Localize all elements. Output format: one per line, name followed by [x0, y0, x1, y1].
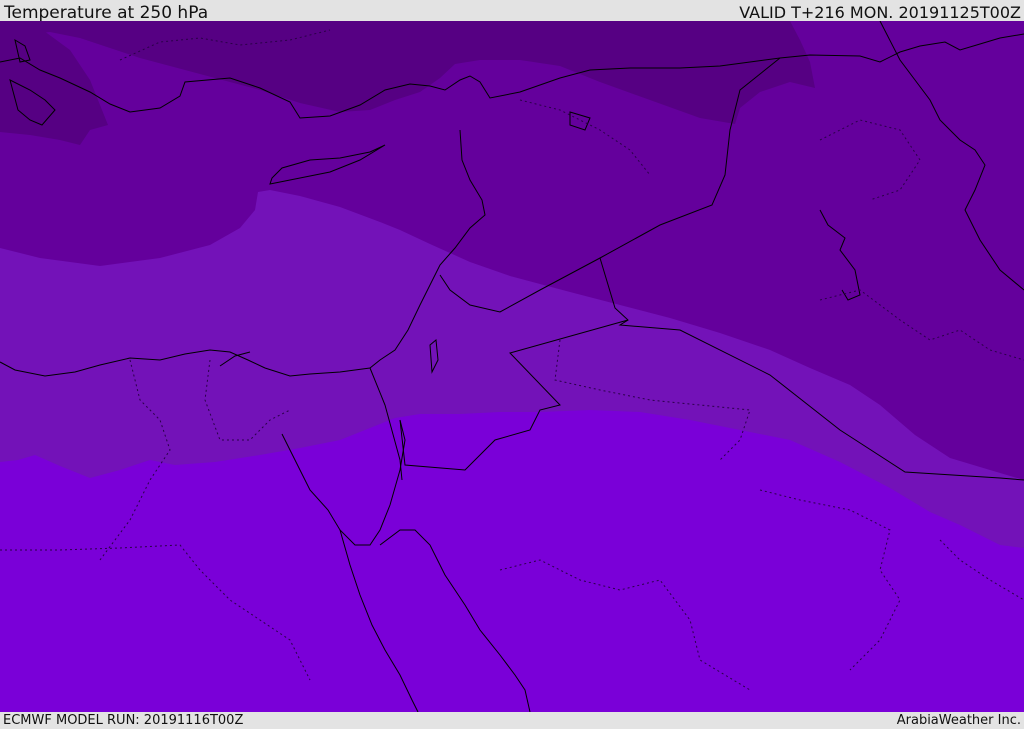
temperature-map — [0, 21, 1024, 712]
map-canvas — [0, 21, 1024, 712]
footer-bar: ECMWF MODEL RUN: 20191116T00Z ArabiaWeat… — [0, 712, 1024, 729]
header-bar: Temperature at 250 hPa VALID T+216 MON. … — [0, 0, 1024, 23]
model-run: ECMWF MODEL RUN: 20191116T00Z — [3, 713, 244, 728]
map-title: Temperature at 250 hPa — [4, 3, 209, 23]
credit-label: ArabiaWeather Inc. — [896, 713, 1021, 728]
valid-time: VALID T+216 MON. 20191125T00Z — [739, 3, 1021, 22]
